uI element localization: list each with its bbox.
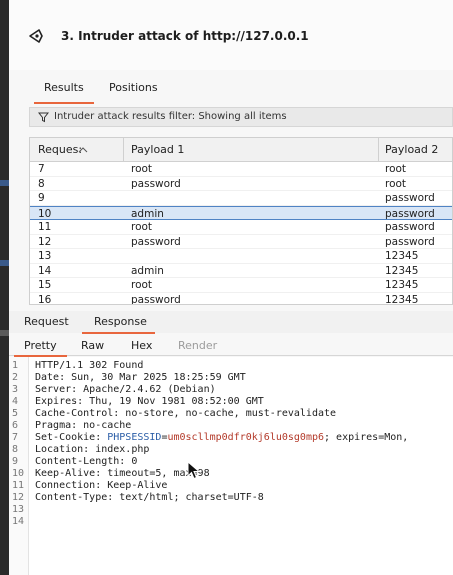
cookie-header-prefix: Set-Cookie:: [35, 432, 108, 443]
cell-payload2: password: [385, 221, 435, 233]
response-line: Keep-Alive: timeout=5, max=98: [35, 468, 210, 479]
cell-request: 13: [38, 250, 52, 262]
response-line: Date: Sun, 30 Mar 2025 18:25:59 GMT: [35, 372, 246, 383]
line-number: 5: [12, 408, 19, 419]
response-line-set-cookie: Set-Cookie: PHPSESSID=um0scllmp0dfr0kj6l…: [35, 432, 408, 444]
tab-raw[interactable]: Raw: [81, 339, 104, 352]
response-line: Location: index.php: [35, 444, 150, 455]
response-line: Expires: Thu, 19 Nov 1981 08:52:00 GMT: [35, 396, 264, 407]
column-header-payload2[interactable]: Payload 2: [385, 143, 438, 156]
cell-request: 16: [38, 293, 52, 305]
line-number: 12: [12, 492, 25, 503]
response-line: Content-Type: text/html; charset=UTF-8: [35, 492, 264, 503]
tab-response[interactable]: Response: [82, 315, 155, 334]
tab-results[interactable]: Results: [34, 81, 94, 104]
table-header: Reques: Payload 1 Payload 2: [30, 138, 452, 162]
cell-request: 9: [38, 192, 45, 204]
tab-render: Render: [178, 339, 218, 352]
cookie-name: PHPSESSID: [107, 432, 162, 443]
cell-payload2: password: [385, 207, 435, 220]
cell-request: 10: [38, 207, 52, 220]
intruder-attack-window: 3. Intruder attack of http://127.0.0.1 R…: [9, 0, 453, 575]
column-separator[interactable]: [123, 138, 124, 162]
table-row[interactable]: 7 root root: [30, 162, 452, 177]
line-number: 7: [12, 432, 19, 443]
cell-request: 8: [38, 177, 45, 190]
line-number: 8: [12, 444, 19, 455]
filter-text: Intruder attack results filter: Showing …: [54, 111, 287, 122]
line-number: 4: [12, 396, 19, 407]
cell-payload2: password: [385, 192, 435, 204]
window-title: 3. Intruder attack of http://127.0.0.1: [61, 29, 309, 43]
window-titlebar: 3. Intruder attack of http://127.0.0.1: [9, 0, 453, 70]
table-row[interactable]: 9 password: [30, 191, 452, 206]
cell-payload1: root: [131, 221, 153, 233]
results-table[interactable]: Reques: Payload 1 Payload 2 7 root root …: [29, 137, 453, 305]
tab-pretty[interactable]: Pretty: [14, 339, 67, 357]
response-line: Cache-Control: no-store, no-cache, must-…: [35, 408, 337, 419]
cell-payload2: 12345: [385, 250, 419, 262]
filter-icon: [37, 112, 50, 123]
desktop-edge-detail: [0, 330, 9, 336]
cell-payload1: password: [131, 293, 181, 305]
cell-request: 11: [38, 221, 52, 233]
line-number: 13: [12, 504, 25, 515]
cell-payload2: 12345: [385, 279, 419, 291]
intruder-target-icon: [27, 27, 45, 45]
line-number: 1: [12, 360, 19, 371]
response-line: Pragma: no-cache: [35, 420, 132, 431]
cookie-value: um0scllmp0dfr0kj6lu0sg0mp6: [167, 432, 325, 443]
cell-payload1: password: [131, 177, 181, 190]
table-row[interactable]: 14 admin 12345: [30, 264, 452, 278]
tab-positions[interactable]: Positions: [109, 81, 158, 101]
response-line: Connection: Keep-Alive: [35, 480, 168, 491]
tab-request[interactable]: Request: [24, 315, 69, 328]
sort-ascending-icon[interactable]: [78, 144, 88, 157]
response-line: HTTP/1.1 302 Found: [35, 360, 144, 371]
cell-payload2: 12345: [385, 264, 419, 277]
cookie-suffix: ; expires=Mon,: [324, 432, 409, 443]
line-number: 6: [12, 420, 19, 431]
cell-payload2: password: [385, 235, 435, 248]
mouse-pointer-icon: [187, 460, 201, 481]
desktop-edge-detail: [0, 260, 9, 266]
cell-request: 14: [38, 264, 52, 277]
table-row[interactable]: 13 12345: [30, 249, 452, 264]
desktop-edge: [0, 0, 9, 575]
cell-request: 12: [38, 235, 52, 248]
table-row[interactable]: 11 root password: [30, 220, 452, 235]
cell-payload1: root: [131, 279, 153, 291]
table-row[interactable]: 16 password 12345: [30, 293, 452, 305]
message-view-tabs: Pretty Raw Hex Render: [9, 336, 453, 357]
results-filter-bar[interactable]: Intruder attack results filter: Showing …: [29, 107, 453, 127]
response-line: Content-Length: 0: [35, 456, 138, 467]
column-separator[interactable]: [378, 138, 379, 162]
response-editor[interactable]: 1 HTTP/1.1 302 Found 2 Date: Sun, 30 Mar…: [9, 357, 453, 575]
line-number: 14: [12, 516, 25, 527]
desktop-edge-detail: [0, 180, 9, 186]
line-number: 10: [12, 468, 25, 479]
table-row[interactable]: 12 password password: [30, 235, 452, 249]
tab-hex[interactable]: Hex: [131, 339, 152, 352]
cell-request: 7: [38, 163, 45, 175]
cell-request: 15: [38, 279, 52, 291]
column-header-payload1[interactable]: Payload 1: [131, 143, 184, 156]
table-row[interactable]: 15 root 12345: [30, 278, 452, 293]
table-row[interactable]: 8 password root: [30, 177, 452, 191]
line-number: 9: [12, 456, 19, 467]
cell-payload1: root: [131, 163, 153, 175]
cell-payload1: password: [131, 235, 181, 248]
column-header-request[interactable]: Reques:: [38, 143, 82, 156]
request-response-tabs: Request Response: [9, 311, 453, 334]
line-number: 2: [12, 372, 19, 383]
cell-payload2: 12345: [385, 293, 419, 305]
response-line: Server: Apache/2.4.62 (Debian): [35, 384, 216, 395]
cell-payload2: root: [385, 163, 407, 175]
line-number: 3: [12, 384, 19, 395]
cell-payload1: admin: [131, 207, 164, 220]
line-number: 11: [12, 480, 25, 491]
cell-payload1: admin: [131, 264, 164, 277]
table-row-selected[interactable]: 10 admin password: [30, 205, 452, 220]
cell-payload2: root: [385, 177, 407, 190]
